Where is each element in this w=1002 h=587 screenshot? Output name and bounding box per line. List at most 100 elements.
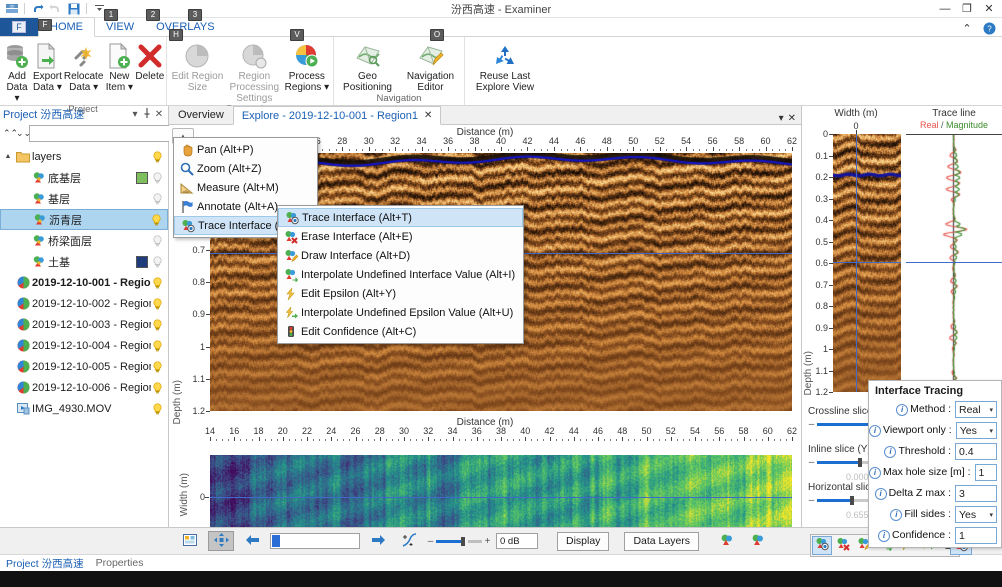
visibility-bulb-icon[interactable] <box>151 319 164 331</box>
submenu-item[interactable]: Edit Confidence (Alt+C) <box>278 322 523 341</box>
layer-tool-1-button[interactable] <box>714 531 740 551</box>
reuse-last-explore-view-button[interactable]: Reuse LastExplore View <box>467 39 543 93</box>
inline-decrement[interactable]: – <box>808 457 815 468</box>
minimize-button[interactable]: — <box>934 1 956 17</box>
visibility-bulb-icon[interactable] <box>151 361 164 373</box>
trace-interface-tool[interactable] <box>812 536 832 555</box>
erase-interface-tool[interactable] <box>833 536 853 555</box>
geo-positioning-button[interactable]: GeoPositioning <box>336 39 399 93</box>
edit-region-size-button[interactable]: Edit RegionSize <box>169 39 226 93</box>
context-menu-item[interactable]: Measure (Alt+M) <box>174 178 317 197</box>
width-radargram[interactable] <box>833 134 901 392</box>
submenu-item[interactable]: Draw Interface (Alt+D) <box>278 246 523 265</box>
tab-close-icon[interactable]: ✕ <box>424 110 432 121</box>
add-data-button[interactable]: AddData ▾ <box>2 39 32 104</box>
search-input[interactable] <box>30 128 168 139</box>
bottom-plan-view[interactable] <box>210 455 792 527</box>
interface-tracing-value[interactable]: 0.4 <box>955 443 997 460</box>
nav-position-field[interactable] <box>270 533 360 549</box>
interface-tracing-value[interactable]: 1 <box>975 464 997 481</box>
close-button[interactable]: ✕ <box>978 1 1000 17</box>
trace-plot[interactable] <box>906 134 1002 393</box>
tree-item[interactable]: 2019-12-10-006 - Region1 <box>0 377 168 398</box>
doc-tabs-dropdown-icon[interactable]: ▾ <box>779 113 784 124</box>
submenu-item[interactable]: Edit Epsilon (Alt+Y) <box>278 284 523 303</box>
info-icon[interactable]: i <box>878 530 890 542</box>
display-button[interactable]: Display <box>557 532 609 551</box>
export-data-button[interactable]: ExportData ▾ <box>32 39 63 93</box>
info-icon[interactable]: i <box>869 425 881 437</box>
status-project-tab[interactable]: Project 汾西高速 <box>0 555 90 571</box>
3d-view-icon[interactable]: 3D <box>4 2 19 16</box>
tree-item-color-swatch[interactable] <box>136 172 148 184</box>
prev-trace-button[interactable] <box>239 531 265 551</box>
delete-button[interactable]: Delete <box>134 39 165 82</box>
visibility-bulb-icon[interactable] <box>151 298 164 310</box>
gain-value-field[interactable]: 0 dB <box>496 533 538 549</box>
save-icon[interactable] <box>66 2 81 16</box>
tree-item[interactable]: 桥梁面层 <box>0 230 168 251</box>
tree-item[interactable]: 2019-12-10-002 - Region1 <box>0 293 168 314</box>
visibility-bulb-icon[interactable] <box>151 403 164 415</box>
tree-item[interactable]: 2019-12-10-005 - Region1 <box>0 356 168 377</box>
layout-grid-button[interactable] <box>177 531 203 551</box>
undo-icon[interactable] <box>30 2 45 16</box>
visibility-bulb-icon[interactable] <box>151 256 164 268</box>
move-tool-button[interactable] <box>208 531 234 551</box>
tab-overview[interactable]: Overview <box>169 105 233 124</box>
info-icon[interactable]: i <box>896 404 908 416</box>
relocate-data-button[interactable]: RelocateData ▾ <box>63 39 104 93</box>
info-icon[interactable]: i <box>875 488 887 500</box>
search-box[interactable]: ✕ <box>29 125 181 142</box>
context-menu-item[interactable]: Pan (Alt+P) <box>174 140 317 159</box>
new-item-button[interactable]: NewItem ▾ <box>104 39 134 93</box>
info-icon[interactable]: i <box>890 509 902 521</box>
collapse-all-icon[interactable]: ⌄⌄ <box>16 128 27 139</box>
redo-icon[interactable] <box>48 2 63 16</box>
tree-item[interactable]: 土基 <box>0 251 168 272</box>
visibility-bulb-icon[interactable] <box>151 235 164 247</box>
info-icon[interactable]: i <box>884 446 896 458</box>
tab-explore-region1[interactable]: Explore - 2019-12-10-001 - Region1 ✕ <box>233 106 442 125</box>
visibility-bulb-icon[interactable] <box>151 340 164 352</box>
curve-fit-button[interactable] <box>396 531 422 551</box>
submenu-item[interactable]: Interpolate Undefined Interface Value (A… <box>278 265 523 284</box>
file-tab[interactable]: F <box>0 18 38 36</box>
region-processing-settings-button[interactable]: Region ProcessingSettings <box>226 39 283 104</box>
layer-tool-2-button[interactable] <box>745 531 771 551</box>
visibility-bulb-icon[interactable] <box>151 172 164 184</box>
info-icon[interactable]: i <box>869 467 881 479</box>
help-icon[interactable]: ? <box>978 20 1000 36</box>
visibility-bulb-icon[interactable] <box>151 277 164 289</box>
visibility-bulb-icon[interactable] <box>151 382 164 394</box>
tree-expander[interactable]: ▲ <box>2 153 14 160</box>
interface-tracing-value[interactable]: 3 <box>955 485 997 502</box>
tree-item[interactable]: 2019-12-10-001 - Region <box>0 272 168 293</box>
tree-item[interactable]: 沥青层 <box>0 209 168 230</box>
interface-tracing-value[interactable]: Yes▾ <box>956 422 997 439</box>
gain-slider[interactable] <box>436 540 482 543</box>
process-regions-button[interactable]: ProcessRegions ▾ <box>283 39 331 93</box>
tree-item[interactable]: ▲layers <box>0 146 168 167</box>
tree-item[interactable]: 2019-12-10-003 - Region1 <box>0 314 168 335</box>
status-properties-tab[interactable]: Properties <box>90 555 150 571</box>
gain-increment[interactable]: + <box>484 536 491 547</box>
tab-view[interactable]: VIEW <box>95 18 145 36</box>
submenu-item[interactable]: Interpolate Undefined Epsilon Value (Alt… <box>278 303 523 322</box>
restore-button[interactable]: ❐ <box>956 1 978 17</box>
tree-item[interactable]: 底基层 <box>0 167 168 188</box>
visibility-bulb-icon[interactable] <box>151 193 164 205</box>
tree-item[interactable]: 2019-12-10-004 - Region1 <box>0 335 168 356</box>
submenu-item[interactable]: Erase Interface (Alt+E) <box>278 227 523 246</box>
tree-item-color-swatch[interactable] <box>136 256 148 268</box>
submenu-item[interactable]: Trace Interface (Alt+T) <box>278 208 523 227</box>
next-trace-button[interactable] <box>365 531 391 551</box>
visibility-bulb-icon[interactable] <box>151 151 164 163</box>
data-layers-button[interactable]: Data Layers <box>624 532 699 551</box>
gain-decrement[interactable]: – <box>427 536 434 547</box>
expand-all-icon[interactable]: ⌃⌃ <box>3 128 14 139</box>
collapse-ribbon-button[interactable]: ⌃ <box>956 20 978 36</box>
tree-item[interactable]: 基层 <box>0 188 168 209</box>
interface-tracing-value[interactable]: Yes▾ <box>955 506 997 523</box>
doc-tabs-close-icon[interactable]: ✕ <box>788 113 796 124</box>
